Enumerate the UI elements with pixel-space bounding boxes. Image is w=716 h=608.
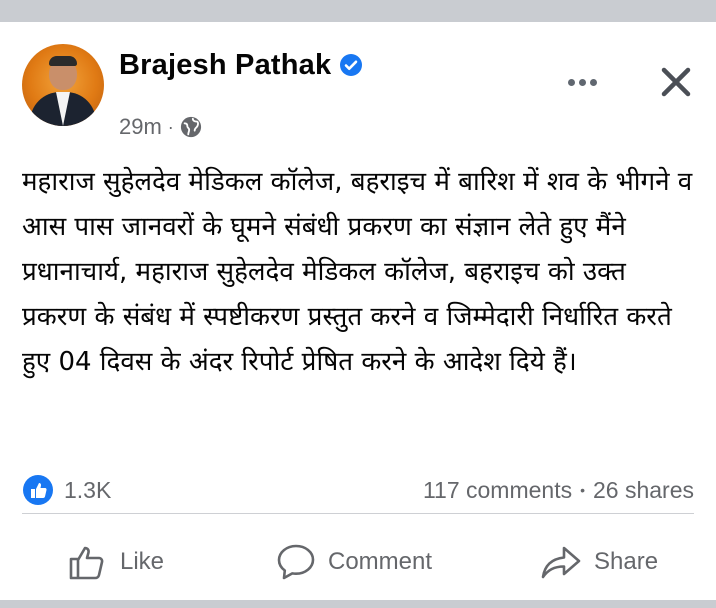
divider [22,513,694,514]
like-count: 1.3K [64,476,112,503]
more-dot [578,78,586,86]
comment-count[interactable]: 117 comments [423,477,572,504]
count-separator: • [580,482,585,498]
reaction-summary[interactable]: 1.3K [22,472,111,508]
author-row: Brajesh Pathak [119,48,363,82]
comment-icon [277,544,315,580]
post-timestamp[interactable]: 29m [119,114,162,140]
like-label: Like [120,548,165,575]
more-dot [567,78,575,86]
like-button[interactable]: Like [68,542,164,582]
share-button[interactable]: Share [540,542,658,582]
engagement-counts: 117 comments • 26 shares [423,472,694,508]
avatar[interactable] [22,44,104,126]
share-icon [541,546,581,579]
share-label: Share [594,548,659,575]
post-meta: 29m · [119,114,202,140]
avatar-hair [49,56,77,66]
globe-icon [180,116,201,138]
meta-separator: · [167,116,174,137]
post-text: महाराज सुहेलदेव मेडिकल कॉलेज, बहराइच में… [22,167,693,377]
close-icon[interactable] [656,62,696,102]
verified-badge-icon [340,54,363,76]
post-card: Brajesh Pathak 29m · महाराज सुहेलदेव मेड… [0,22,716,600]
like-reaction-icon [23,475,53,505]
author-name[interactable]: Brajesh Pathak [119,49,331,82]
comment-button[interactable]: Comment [276,542,432,582]
comment-label: Comment [328,548,433,575]
more-options-icon[interactable] [560,67,604,97]
thumbs-up-icon [69,546,104,580]
more-dot [589,78,597,86]
share-count[interactable]: 26 shares [593,477,694,504]
